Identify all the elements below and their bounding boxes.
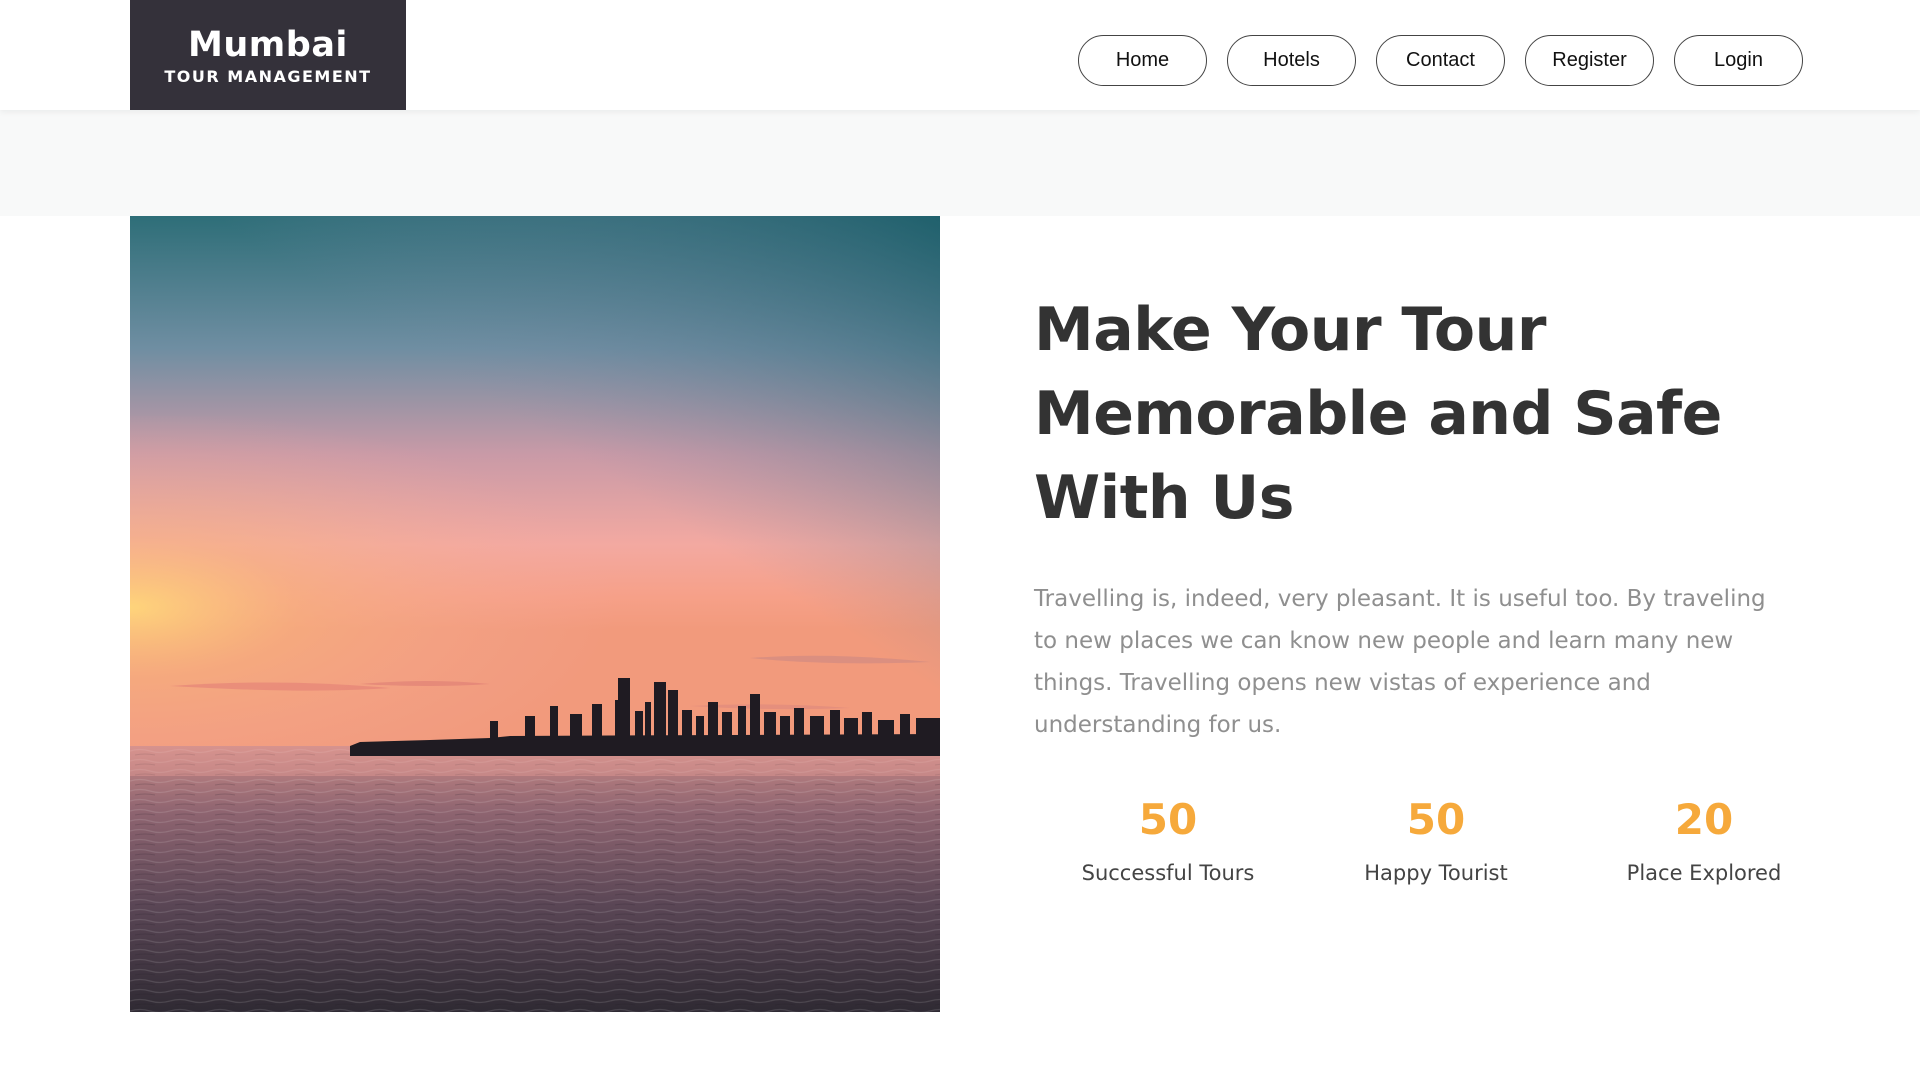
nav-register-button[interactable]: Register [1525,35,1654,86]
stats-row: 50 Successful Tours 50 Happy Tourist 20 … [1034,795,1838,887]
stat-value: 20 [1674,795,1734,844]
hero-text-block: Make Your Tour Memorable and Safe With U… [1034,288,1794,746]
sunset-skyline-illustration [130,216,940,1012]
nav-contact-button[interactable]: Contact [1376,35,1505,86]
stat-label: Place Explored [1626,861,1782,885]
hero-description: Travelling is, indeed, very pleasant. It… [1034,586,1766,738]
header-spacer-band [0,110,1920,216]
stat-label: Successful Tours [1081,861,1255,885]
nav-hotels-button[interactable]: Hotels [1227,35,1356,86]
stat-successful-tours: 50 Successful Tours [1034,795,1302,887]
stat-happy-tourist: 50 Happy Tourist [1302,795,1570,887]
logo-subtitle: TOUR MANAGEMENT [164,66,372,86]
logo-title: Mumbai [188,24,348,65]
stat-value: 50 [1138,795,1198,844]
hero-heading: Make Your Tour Memorable and Safe With U… [1034,295,1722,533]
site-logo[interactable]: Mumbai TOUR MANAGEMENT [130,0,406,110]
hero-image [130,216,940,1012]
site-header: Mumbai TOUR MANAGEMENT Home Hotels Conta… [0,0,1920,110]
stat-value: 50 [1406,795,1466,844]
stat-places-explored: 20 Place Explored [1570,795,1838,887]
nav-login-button[interactable]: Login [1674,35,1803,86]
nav-home-button[interactable]: Home [1078,35,1207,86]
main-nav: Home Hotels Contact Register Login [1078,35,1803,86]
stat-label: Happy Tourist [1364,861,1508,885]
